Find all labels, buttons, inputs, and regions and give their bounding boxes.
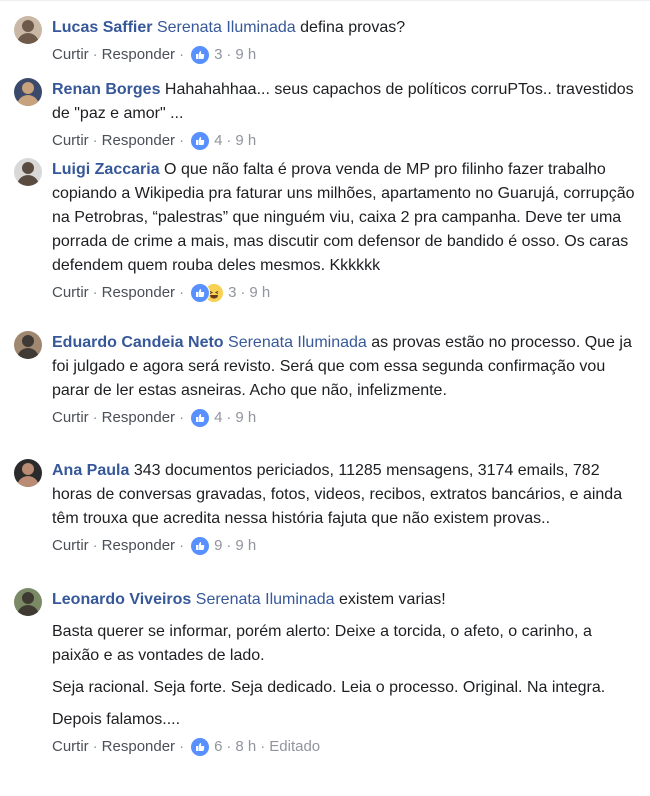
- separator: ·: [179, 284, 185, 301]
- reactions[interactable]: 4: [190, 407, 222, 429]
- separator: ·: [260, 738, 266, 755]
- separator: ·: [92, 132, 98, 149]
- comment-actions: Curtir · Responder · 3 · 9 h: [52, 44, 638, 66]
- reaction-count: 3: [228, 284, 237, 301]
- comment-actions: Curtir · Responder · 6 · 8 h · Editado: [52, 736, 638, 758]
- like-reaction-icon: [190, 131, 211, 151]
- timestamp[interactable]: 9 h: [235, 535, 256, 557]
- reaction-count: 6: [214, 738, 223, 755]
- separator: ·: [226, 409, 232, 426]
- reactions[interactable]: 4: [190, 130, 222, 152]
- like-reaction-icon: [190, 45, 211, 65]
- reply-button[interactable]: Responder: [102, 44, 175, 66]
- like-button[interactable]: Curtir: [52, 535, 89, 557]
- timestamp[interactable]: 9 h: [235, 44, 256, 66]
- separator: ·: [179, 409, 185, 426]
- like-button[interactable]: Curtir: [52, 44, 89, 66]
- comment-body: 343 documentos periciados, 11285 mensage…: [52, 462, 623, 527]
- avatar[interactable]: [14, 588, 42, 616]
- timestamp[interactable]: 8 h: [235, 736, 256, 758]
- mention-link[interactable]: Serenata Iluminada: [228, 334, 367, 351]
- comment-text: Luigi Zaccaria O que não falta é prova v…: [52, 158, 638, 278]
- reactions[interactable]: 3: [190, 282, 236, 304]
- author-name[interactable]: Leonardo Viveiros: [52, 591, 191, 608]
- comment-paragraph: Depois falamos....: [52, 711, 181, 728]
- edited-label[interactable]: Editado: [269, 736, 320, 758]
- like-reaction-icon: [190, 536, 211, 556]
- reaction-count: 3: [214, 46, 223, 63]
- timestamp[interactable]: 9 h: [235, 407, 256, 429]
- avatar[interactable]: [14, 16, 42, 44]
- top-divider: [0, 0, 650, 1]
- separator: ·: [226, 132, 232, 149]
- avatar[interactable]: [14, 158, 42, 186]
- reply-button[interactable]: Responder: [102, 282, 175, 304]
- mention-link[interactable]: Serenata Iluminada: [196, 591, 335, 608]
- separator: ·: [179, 46, 185, 63]
- comment-paragraph: Seja racional. Seja forte. Seja dedicado…: [52, 679, 606, 696]
- mention-link[interactable]: Serenata Iluminada: [157, 19, 296, 36]
- reaction-count: 4: [214, 409, 223, 426]
- timestamp[interactable]: 9 h: [249, 282, 270, 304]
- reaction-count: 9: [214, 537, 223, 554]
- separator: ·: [179, 132, 185, 149]
- like-button[interactable]: Curtir: [52, 736, 89, 758]
- separator: ·: [179, 738, 185, 755]
- comment-actions: Curtir · Responder · 9 · 9 h: [52, 535, 638, 557]
- author-name[interactable]: Lucas Saffier: [52, 19, 152, 36]
- reply-button[interactable]: Responder: [102, 535, 175, 557]
- reactions[interactable]: 3: [190, 44, 222, 66]
- avatar[interactable]: [14, 459, 42, 487]
- separator: ·: [92, 537, 98, 554]
- separator: ·: [92, 738, 98, 755]
- comment-text: Renan Borges Hahahahhaa... seus capachos…: [52, 78, 638, 126]
- comment-actions: Curtir · Responder · 4 · 9 h: [52, 407, 638, 429]
- like-button[interactable]: Curtir: [52, 407, 89, 429]
- comment-actions: Curtir · Responder · 3 · 9 h: [52, 282, 638, 304]
- reply-button[interactable]: Responder: [102, 407, 175, 429]
- author-name[interactable]: Ana Paula: [52, 462, 129, 479]
- separator: ·: [92, 409, 98, 426]
- comment-text: Eduardo Candeia Neto Serenata Iluminada …: [52, 331, 638, 403]
- separator: ·: [92, 284, 98, 301]
- author-name[interactable]: Luigi Zaccaria: [52, 161, 160, 178]
- comment-body: defina provas?: [300, 19, 406, 36]
- comment-body: existem varias!: [338, 591, 446, 608]
- separator: ·: [92, 46, 98, 63]
- comment-actions: Curtir · Responder · 4 · 9 h: [52, 130, 638, 152]
- like-reaction-icon: [190, 283, 211, 303]
- avatar[interactable]: [14, 78, 42, 106]
- like-button[interactable]: Curtir: [52, 130, 89, 152]
- like-button[interactable]: Curtir: [52, 282, 89, 304]
- reactions[interactable]: 9: [190, 535, 222, 557]
- separator: ·: [226, 738, 232, 755]
- author-name[interactable]: Renan Borges: [52, 81, 160, 98]
- separator: ·: [226, 46, 232, 63]
- reactions[interactable]: 6: [190, 736, 222, 758]
- separator: ·: [226, 537, 232, 554]
- comment-text: Leonardo Viveiros Serenata Iluminada exi…: [52, 588, 638, 612]
- separator: ·: [240, 284, 246, 301]
- reaction-count: 4: [214, 132, 223, 149]
- timestamp[interactable]: 9 h: [235, 130, 256, 152]
- like-reaction-icon: [190, 408, 211, 428]
- like-reaction-icon: [190, 737, 211, 757]
- separator: ·: [179, 537, 185, 554]
- comment-text: Lucas Saffier Serenata Iluminada defina …: [52, 16, 638, 40]
- avatar[interactable]: [14, 331, 42, 359]
- comment-text: Ana Paula 343 documentos periciados, 112…: [52, 459, 638, 531]
- author-name[interactable]: Eduardo Candeia Neto: [52, 334, 224, 351]
- comment-paragraph: Basta querer se informar, porém alerto: …: [52, 623, 592, 664]
- reply-button[interactable]: Responder: [102, 130, 175, 152]
- reply-button[interactable]: Responder: [102, 736, 175, 758]
